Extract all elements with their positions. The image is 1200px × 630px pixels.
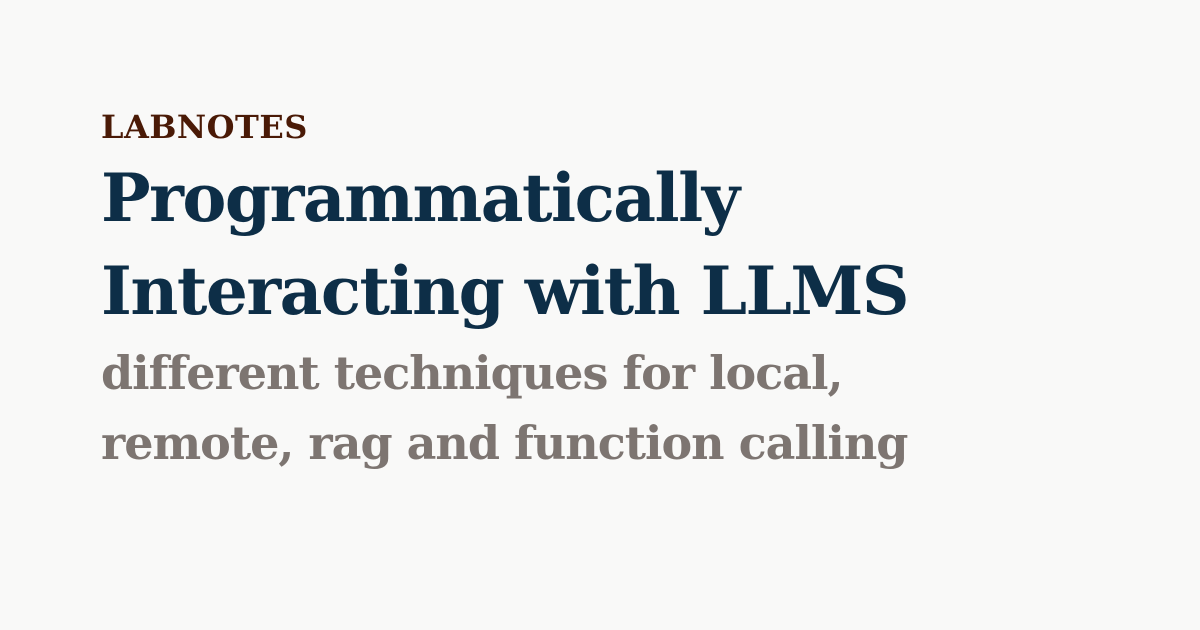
site-kicker: LABNOTES [101, 108, 308, 146]
title-line: Programmatically [101, 159, 740, 237]
page-title: Programmatically Interacting with LLMS [101, 152, 1141, 338]
social-card: LABNOTES Programmatically Interacting wi… [101, 102, 1141, 478]
subtitle-line: different techniques for local, [101, 346, 844, 400]
page-subtitle: different techniques for local, remote, … [101, 338, 1141, 478]
subtitle-line: remote, rag and function calling [101, 416, 908, 470]
title-line: Interacting with LLMS [101, 252, 910, 330]
